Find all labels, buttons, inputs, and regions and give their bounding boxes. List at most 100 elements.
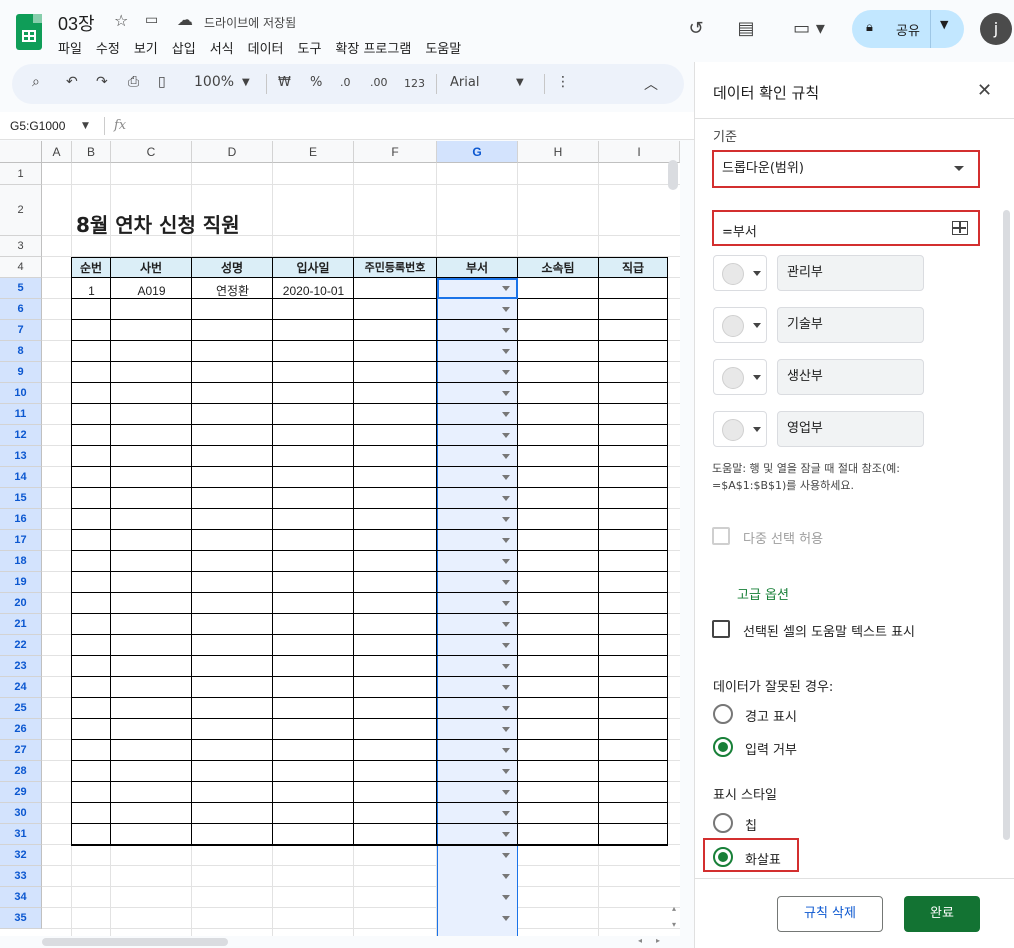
row-header[interactable]: 12: [0, 425, 42, 446]
column-header-a[interactable]: A: [42, 141, 72, 163]
chip-radio[interactable]: [713, 813, 733, 833]
show-help-checkbox[interactable]: [712, 620, 730, 638]
folder-move-icon[interactable]: ▭: [145, 12, 158, 28]
dropdown-arrow-icon[interactable]: [502, 517, 510, 522]
dropdown-arrow-icon[interactable]: [502, 664, 510, 669]
row-header[interactable]: 34: [0, 887, 42, 908]
dropdown-arrow-icon[interactable]: [502, 874, 510, 879]
dropdown-arrow-icon[interactable]: [502, 916, 510, 921]
dropdown-arrow-icon[interactable]: [502, 853, 510, 858]
scroll-right-icon[interactable]: ▸: [656, 936, 660, 945]
row-header[interactable]: 19: [0, 572, 42, 593]
row-header[interactable]: 24: [0, 677, 42, 698]
row-header[interactable]: 31: [0, 824, 42, 845]
column-header-e[interactable]: E: [273, 141, 354, 163]
dropdown-arrow-icon[interactable]: [502, 643, 510, 648]
dropdown-arrow-icon[interactable]: [502, 622, 510, 627]
menu-tools[interactable]: 도구: [298, 38, 322, 57]
chevron-down-icon[interactable]: ▼: [940, 18, 948, 31]
table-header-cell[interactable]: 직급: [598, 257, 668, 278]
grid-select-icon[interactable]: [952, 221, 968, 235]
dropdown-arrow-icon[interactable]: [502, 307, 510, 312]
table-header-cell[interactable]: 성명: [191, 257, 273, 278]
horizontal-scrollbar[interactable]: [42, 938, 228, 946]
dropdown-arrow-icon[interactable]: [502, 685, 510, 690]
scroll-up-icon[interactable]: ▴: [672, 904, 676, 913]
dropdown-arrow-icon[interactable]: [502, 559, 510, 564]
dropdown-arrow-icon[interactable]: [502, 811, 510, 816]
column-header-i[interactable]: I: [599, 141, 680, 163]
zoom-select[interactable]: 100%: [194, 74, 234, 90]
dropdown-arrow-icon[interactable]: [502, 349, 510, 354]
row-header[interactable]: 25: [0, 698, 42, 719]
share-button[interactable]: 🔒︎ 공유 ▼: [852, 10, 964, 48]
dropdown-arrow-icon[interactable]: [502, 832, 510, 837]
name-box-chevron-icon[interactable]: ▼: [82, 121, 89, 131]
panel-scrollbar[interactable]: [1003, 210, 1010, 840]
search-icon[interactable]: ⌕: [32, 74, 40, 90]
document-title[interactable]: 03장: [58, 10, 95, 36]
menu-data[interactable]: 데이터: [248, 38, 284, 57]
menu-insert[interactable]: 삽입: [172, 38, 196, 57]
dropdown-arrow-icon[interactable]: [502, 748, 510, 753]
scroll-down-icon[interactable]: ▾: [672, 920, 676, 929]
delete-rule-button[interactable]: 규칙 삭제: [777, 896, 883, 932]
column-header-h[interactable]: H: [518, 141, 599, 163]
table-cell[interactable]: 연정환: [192, 281, 273, 301]
currency-format-button[interactable]: ₩: [278, 75, 291, 90]
menu-format[interactable]: 서식: [210, 38, 234, 57]
redo-icon[interactable]: ↷: [96, 74, 108, 90]
criteria-select[interactable]: 드롭다운(범위): [712, 150, 980, 188]
print-icon[interactable]: ⎙: [128, 74, 139, 90]
row-header[interactable]: 26: [0, 719, 42, 740]
zoom-chevron-icon[interactable]: ▼: [242, 77, 250, 88]
menu-help[interactable]: 도움말: [425, 38, 461, 57]
row-header[interactable]: 16: [0, 509, 42, 530]
font-chevron-icon[interactable]: ▼: [516, 77, 524, 88]
cloud-done-icon[interactable]: ☁: [177, 10, 193, 29]
dropdown-arrow-icon[interactable]: [502, 895, 510, 900]
menu-edit[interactable]: 수정: [96, 38, 120, 57]
increase-decimal-button[interactable]: .00: [370, 76, 388, 89]
column-header-g[interactable]: G: [437, 141, 518, 163]
menu-extensions[interactable]: 확장 프로그램: [335, 38, 411, 57]
row-header[interactable]: 35: [0, 908, 42, 929]
range-input[interactable]: =부서: [712, 210, 980, 246]
row-header[interactable]: 15: [0, 488, 42, 509]
color-picker[interactable]: [713, 255, 767, 291]
undo-icon[interactable]: ↶: [66, 74, 78, 90]
done-button[interactable]: 완료: [904, 896, 980, 932]
collapse-chevron-icon[interactable]: ︿: [644, 74, 658, 94]
color-picker[interactable]: [713, 411, 767, 447]
row-header[interactable]: 8: [0, 341, 42, 362]
row-header[interactable]: 29: [0, 782, 42, 803]
row-header[interactable]: 23: [0, 656, 42, 677]
menu-view[interactable]: 보기: [134, 38, 158, 57]
table-cell[interactable]: A019: [111, 281, 192, 301]
row-header[interactable]: 22: [0, 635, 42, 656]
column-header-d[interactable]: D: [192, 141, 273, 163]
history-icon[interactable]: ↺: [680, 13, 712, 45]
meet-icon[interactable]: ▭ ▾: [786, 13, 832, 45]
row-header[interactable]: 30: [0, 803, 42, 824]
more-icon[interactable]: ⋮: [556, 74, 570, 90]
color-picker[interactable]: [713, 307, 767, 343]
table-header-cell[interactable]: 부서: [436, 257, 518, 278]
row-header[interactable]: 17: [0, 530, 42, 551]
dropdown-arrow-icon[interactable]: [502, 433, 510, 438]
dropdown-arrow-icon[interactable]: [502, 391, 510, 396]
avatar[interactable]: j: [980, 13, 1012, 45]
name-box[interactable]: G5:G1000: [10, 119, 65, 133]
table-header-cell[interactable]: 입사일: [272, 257, 354, 278]
dropdown-arrow-icon[interactable]: [502, 454, 510, 459]
comment-icon[interactable]: ▤: [730, 13, 762, 45]
item-value[interactable]: 기술부: [777, 307, 924, 343]
row-header[interactable]: 32: [0, 845, 42, 866]
dropdown-arrow-icon[interactable]: [502, 286, 510, 291]
item-value[interactable]: 관리부: [777, 255, 924, 291]
warn-radio[interactable]: [713, 704, 733, 724]
column-header-f[interactable]: F: [354, 141, 437, 163]
row-header[interactable]: 6: [0, 299, 42, 320]
row-header[interactable]: 13: [0, 446, 42, 467]
dropdown-arrow-icon[interactable]: [502, 412, 510, 417]
